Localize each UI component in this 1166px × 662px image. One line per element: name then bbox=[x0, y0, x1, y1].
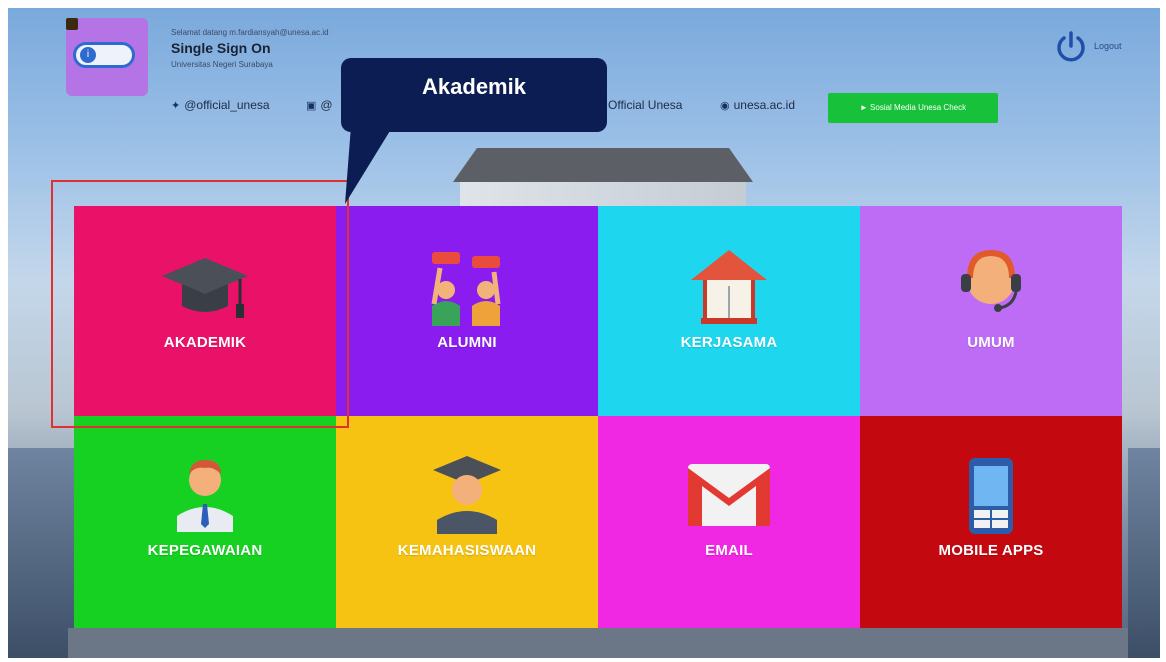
globe-icon: ◉ bbox=[720, 100, 730, 112]
tile-umum[interactable]: UMUM bbox=[860, 206, 1122, 416]
student-icon bbox=[433, 456, 501, 534]
tile-kerjasama[interactable]: KERJASAMA bbox=[598, 206, 860, 416]
pointer-icon: ► bbox=[859, 103, 868, 112]
app-title: Single Sign On bbox=[171, 40, 271, 56]
building-base bbox=[68, 628, 1128, 658]
youtube-link[interactable]: Official Unesa bbox=[608, 98, 682, 112]
building-roof bbox=[453, 148, 753, 182]
mail-icon bbox=[688, 464, 770, 526]
university-name: Universitas Negeri Surabaya bbox=[171, 60, 273, 69]
university-emblem-icon bbox=[66, 18, 78, 30]
tile-label: EMAIL bbox=[705, 542, 753, 559]
tile-email[interactable]: EMAIL bbox=[598, 416, 860, 628]
twitter-handle: @official_unesa bbox=[184, 98, 270, 112]
tile-kemahasiswaan[interactable]: KEMAHASISWAAN bbox=[336, 416, 598, 628]
welcome-text: Selamat datang m.fardiansyah@unesa.ac.id bbox=[171, 28, 329, 37]
twitter-icon: ✦ bbox=[171, 100, 181, 112]
tile-label: KEPEGAWAIAN bbox=[147, 542, 263, 559]
instagram-icon: ▣ bbox=[306, 100, 317, 112]
tile-mobile-apps[interactable]: MOBILE APPS bbox=[860, 416, 1122, 628]
tile-label: UMUM bbox=[967, 334, 1015, 351]
employee-icon bbox=[177, 460, 233, 532]
instagram-link[interactable]: ▣ @ bbox=[306, 98, 333, 112]
mobile-phone-icon bbox=[969, 458, 1013, 534]
social-media-check-button[interactable]: ► Sosial Media Unesa Check bbox=[828, 93, 998, 123]
alumni-cheer-icon bbox=[431, 252, 501, 326]
sso-logo: i bbox=[66, 18, 148, 96]
book-house-icon bbox=[691, 250, 767, 324]
tile-kepegawaian[interactable]: KEPEGAWAIAN bbox=[74, 416, 336, 628]
sso-logo-ring: i bbox=[73, 42, 135, 68]
highlight-frame bbox=[51, 180, 349, 428]
tile-label: KEMAHASISWAAN bbox=[397, 542, 537, 559]
tile-label: KERJASAMA bbox=[680, 334, 778, 351]
tile-label: MOBILE APPS bbox=[938, 542, 1044, 559]
building-right bbox=[1128, 448, 1160, 658]
social-media-check-label: Sosial Media Unesa Check bbox=[870, 103, 967, 112]
tile-label: ALUMNI bbox=[437, 334, 497, 351]
twitter-link[interactable]: ✦ @official_unesa bbox=[171, 98, 270, 112]
instagram-handle: @ bbox=[320, 98, 333, 112]
background-photo: i Selamat datang m.fardiansyah@unesa.ac.… bbox=[8, 8, 1160, 658]
callout-tail bbox=[345, 126, 393, 204]
youtube-handle: Official Unesa bbox=[608, 98, 683, 112]
logout-link[interactable]: Logout bbox=[1094, 41, 1122, 51]
tile-alumni[interactable]: ALUMNI bbox=[336, 206, 598, 416]
customer-service-icon bbox=[961, 250, 1021, 312]
website-url: unesa.ac.id bbox=[733, 98, 795, 112]
building-left bbox=[8, 448, 78, 658]
info-icon: i bbox=[80, 47, 96, 63]
callout-text: Akademik bbox=[422, 74, 526, 99]
power-icon[interactable] bbox=[1054, 30, 1088, 64]
website-link[interactable]: ◉ unesa.ac.id bbox=[720, 98, 795, 112]
